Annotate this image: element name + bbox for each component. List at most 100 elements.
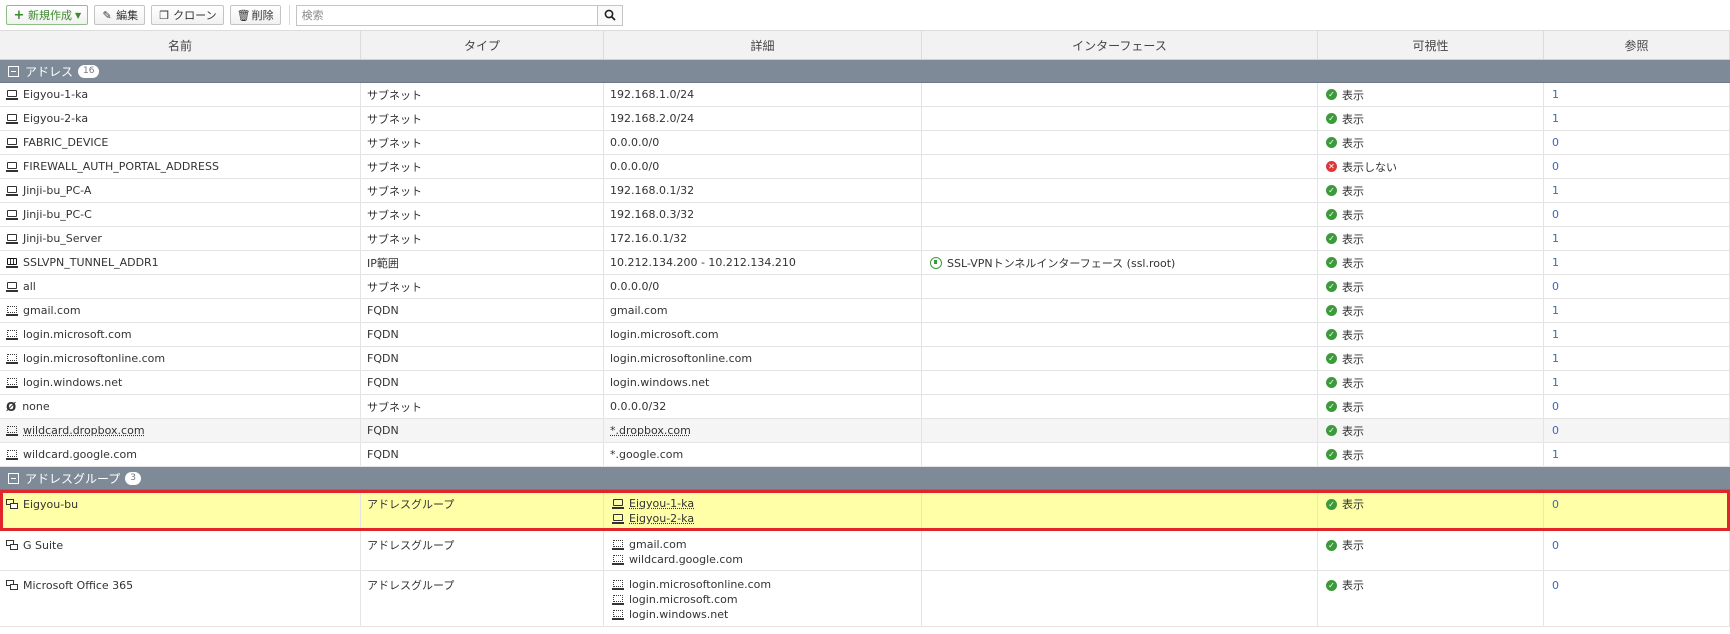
column-header-ref[interactable]: 参照 — [1544, 31, 1730, 59]
member-name[interactable]: login.microsoftonline.com — [629, 578, 771, 591]
table-row[interactable]: SSLVPN_TUNNEL_ADDR1 IP範囲 10.212.134.200 - … — [0, 251, 1730, 275]
details-cell: 192.168.0.3/32 — [604, 203, 922, 226]
member-name[interactable]: Eigyou-1-ka — [629, 497, 694, 510]
ref-count[interactable]: 0 — [1544, 131, 1730, 154]
address-name[interactable]: Eigyou-2-ka — [23, 112, 88, 125]
ref-count[interactable]: 1 — [1544, 107, 1730, 130]
address-name[interactable]: all — [23, 280, 36, 293]
column-header-name[interactable]: 名前 — [0, 31, 361, 59]
address-icon — [6, 305, 18, 316]
ref-count[interactable]: 1 — [1544, 443, 1730, 466]
ref-count[interactable]: 1 — [1544, 371, 1730, 394]
table-row[interactable]: wildcard.google.com FQDN *.google.com ✓ 表示 1 — [0, 443, 1730, 467]
ref-count[interactable]: 0 — [1552, 539, 1559, 552]
address-name[interactable]: none — [22, 400, 49, 413]
table-row[interactable]: wildcard.dropbox.com FQDN *.dropbox.com ✓ 表示… — [0, 419, 1730, 443]
address-group-name[interactable]: G Suite — [23, 539, 63, 552]
table-row[interactable]: Jinji-bu_Server サブネット 172.16.0.1/32 ✓ 表示 1 — [0, 227, 1730, 251]
details-text: 172.16.0.1/32 — [610, 232, 688, 245]
member-name[interactable]: gmail.com — [629, 538, 687, 551]
table-row[interactable]: Jinji-bu_PC-A サブネット 192.168.0.1/32 ✓ 表示 1 — [0, 179, 1730, 203]
type-cell: FQDN — [361, 419, 604, 442]
table-header: 名前 タイプ 詳細 インターフェース 可視性 参照 — [0, 30, 1730, 60]
table-row[interactable]: login.microsoftonline.com FQDN login.micro… — [0, 347, 1730, 371]
delete-button[interactable]: 🗑 削除 — [229, 5, 281, 25]
member-name[interactable]: wildcard.google.com — [629, 553, 743, 566]
visible-status-icon: ✓ — [1326, 377, 1337, 388]
ref-count[interactable]: 1 — [1544, 347, 1730, 370]
table-row[interactable]: Microsoft Office 365 アドレスグループ login.micros… — [0, 571, 1730, 627]
visible-status-icon: ✓ — [1326, 185, 1337, 196]
ref-count[interactable]: 0 — [1544, 275, 1730, 298]
visible-status-icon: ✓ — [1326, 449, 1337, 460]
group-header-addresses[interactable]: アドレス 16 — [0, 60, 1730, 83]
visibility-cell: ✕ 表示しない — [1318, 155, 1544, 178]
address-group-icon — [6, 539, 18, 551]
table-row[interactable]: FIREWALL_AUTH_PORTAL_ADDRESS サブネット 0.0.0.0… — [0, 155, 1730, 179]
table-row[interactable]: G Suite アドレスグループ gmail.com wildcard.google.… — [0, 531, 1730, 571]
edit-button[interactable]: ✎ 編集 — [94, 5, 146, 25]
address-group-name[interactable]: Microsoft Office 365 — [23, 579, 133, 592]
table-row[interactable]: Ønone サブネット 0.0.0.0/32 ✓ 表示 0 — [0, 395, 1730, 419]
address-name[interactable]: SSLVPN_TUNNEL_ADDR1 — [23, 256, 159, 269]
search-button[interactable] — [597, 4, 623, 26]
interface-cell — [922, 419, 1318, 442]
group-header-address-groups[interactable]: アドレスグループ 3 — [0, 467, 1730, 490]
ref-count[interactable]: 0 — [1544, 155, 1730, 178]
ref-count[interactable]: 0 — [1544, 419, 1730, 442]
table-row[interactable]: all サブネット 0.0.0.0/0 ✓ 表示 0 — [0, 275, 1730, 299]
address-name[interactable]: Jinji-bu_Server — [23, 232, 102, 245]
ref-count[interactable]: 1 — [1544, 179, 1730, 202]
collapse-icon[interactable] — [8, 65, 19, 77]
clone-button[interactable]: ❐ クローン — [151, 5, 224, 25]
address-name[interactable]: Jinji-bu_PC-C — [23, 208, 92, 221]
address-icon — [6, 137, 18, 148]
column-header-visibility[interactable]: 可視性 — [1318, 31, 1544, 59]
member-name[interactable]: login.microsoft.com — [629, 593, 738, 606]
address-name[interactable]: gmail.com — [23, 304, 81, 317]
type-cell: FQDN — [361, 299, 604, 322]
address-name[interactable]: wildcard.dropbox.com — [23, 424, 145, 437]
ref-count[interactable]: 1 — [1544, 251, 1730, 274]
ref-count[interactable]: 0 — [1544, 203, 1730, 226]
address-name[interactable]: FIREWALL_AUTH_PORTAL_ADDRESS — [23, 160, 219, 173]
search-input[interactable] — [295, 4, 598, 26]
table-row[interactable]: Eigyou-2-ka サブネット 192.168.2.0/24 ✓ 表示 1 — [0, 107, 1730, 131]
table-row[interactable]: Jinji-bu_PC-C サブネット 192.168.0.3/32 ✓ 表示 0 — [0, 203, 1730, 227]
table-row[interactable]: login.microsoft.com FQDN login.microsoft.c… — [0, 323, 1730, 347]
ref-count[interactable]: 1 — [1544, 323, 1730, 346]
table-row[interactable]: login.windows.net FQDN login.windows.net ✓ 表… — [0, 371, 1730, 395]
column-header-interface[interactable]: インターフェース — [922, 31, 1318, 59]
interface-cell — [922, 131, 1318, 154]
column-header-type[interactable]: タイプ — [361, 31, 604, 59]
ref-count[interactable]: 0 — [1544, 395, 1730, 418]
column-header-details[interactable]: 詳細 — [604, 31, 922, 59]
toolbar-divider — [288, 5, 290, 25]
address-name[interactable]: login.windows.net — [23, 376, 122, 389]
address-name[interactable]: Jinji-bu_PC-A — [23, 184, 91, 197]
ref-cell: 0 — [1544, 571, 1730, 626]
visibility-cell: ✓ 表示 — [1318, 251, 1544, 274]
collapse-icon[interactable] — [8, 472, 19, 484]
table-row[interactable]: Eigyou-bu アドレスグループ Eigyou-1-ka Eigyou-2-ka ✓… — [0, 490, 1730, 531]
address-name[interactable]: FABRIC_DEVICE — [23, 136, 108, 149]
create-new-button[interactable]: + 新規作成 ▼ — [6, 5, 89, 25]
ref-count[interactable]: 1 — [1544, 83, 1730, 106]
ref-count[interactable]: 1 — [1544, 299, 1730, 322]
address-name[interactable]: Eigyou-1-ka — [23, 88, 88, 101]
table-row[interactable]: Eigyou-1-ka サブネット 192.168.1.0/24 ✓ 表示 1 — [0, 83, 1730, 107]
ref-count[interactable]: 0 — [1552, 579, 1559, 592]
ref-count[interactable]: 0 — [1552, 498, 1559, 511]
name-cell: Jinji-bu_PC-A — [0, 179, 361, 202]
address-icon — [6, 113, 18, 124]
address-name[interactable]: login.microsoftonline.com — [23, 352, 165, 365]
table-row[interactable]: FABRIC_DEVICE サブネット 0.0.0.0/0 ✓ 表示 0 — [0, 131, 1730, 155]
details-text: login.windows.net — [610, 376, 710, 389]
address-group-name[interactable]: Eigyou-bu — [23, 498, 78, 511]
ref-count[interactable]: 1 — [1544, 227, 1730, 250]
address-name[interactable]: login.microsoft.com — [23, 328, 132, 341]
member-name[interactable]: login.windows.net — [629, 608, 728, 621]
address-name[interactable]: wildcard.google.com — [23, 448, 137, 461]
table-row[interactable]: gmail.com FQDN gmail.com ✓ 表示 1 — [0, 299, 1730, 323]
member-name[interactable]: Eigyou-2-ka — [629, 512, 694, 525]
